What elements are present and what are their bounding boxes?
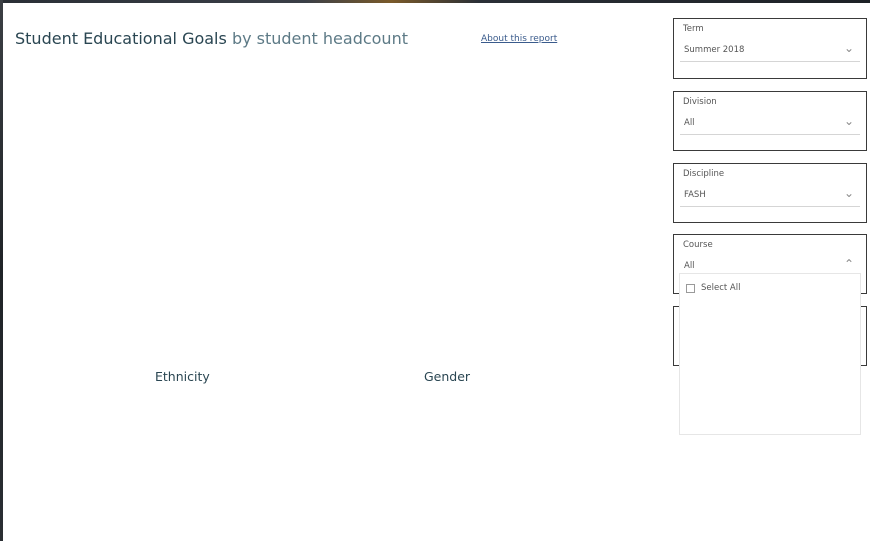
division-slicer: Division All ⌄ bbox=[673, 91, 867, 151]
term-slicer: Term Summer 2018 ⌄ bbox=[673, 18, 867, 79]
term-value: Summer 2018 bbox=[684, 45, 745, 55]
chevron-down-icon[interactable]: ⌄ bbox=[844, 114, 854, 128]
chevron-down-icon[interactable]: ⌄ bbox=[844, 41, 854, 55]
division-dropdown[interactable]: All ⌄ bbox=[680, 112, 860, 135]
select-all-option[interactable]: Select All bbox=[686, 283, 740, 293]
chevron-up-icon[interactable]: ⌃ bbox=[844, 257, 854, 271]
course-dropdown-list: Select All bbox=[679, 273, 861, 435]
about-report-link[interactable]: About this report bbox=[481, 34, 557, 44]
checkbox-icon[interactable] bbox=[686, 283, 695, 293]
discipline-slicer: Discipline FASH ⌄ bbox=[673, 163, 867, 223]
discipline-value: FASH bbox=[684, 190, 706, 200]
title-subtitle: by student headcount bbox=[231, 29, 408, 48]
report-canvas: Student Educational Goals by student hea… bbox=[3, 3, 870, 541]
course-value: All bbox=[684, 261, 695, 271]
title-main: Student Educational Goals bbox=[15, 29, 227, 48]
page-title: Student Educational Goals by student hea… bbox=[15, 29, 408, 48]
discipline-dropdown[interactable]: FASH ⌄ bbox=[680, 184, 860, 207]
gender-chart-label: Gender bbox=[424, 369, 471, 384]
discipline-label: Discipline bbox=[683, 169, 725, 179]
course-label: Course bbox=[683, 240, 713, 250]
term-dropdown[interactable]: Summer 2018 ⌄ bbox=[680, 39, 860, 62]
ethnicity-chart-label: Ethnicity bbox=[155, 369, 210, 384]
chevron-down-icon[interactable]: ⌄ bbox=[844, 186, 854, 200]
select-all-label: Select All bbox=[701, 283, 741, 293]
division-label: Division bbox=[683, 97, 717, 107]
division-value: All bbox=[684, 118, 695, 128]
term-label: Term bbox=[683, 24, 704, 34]
